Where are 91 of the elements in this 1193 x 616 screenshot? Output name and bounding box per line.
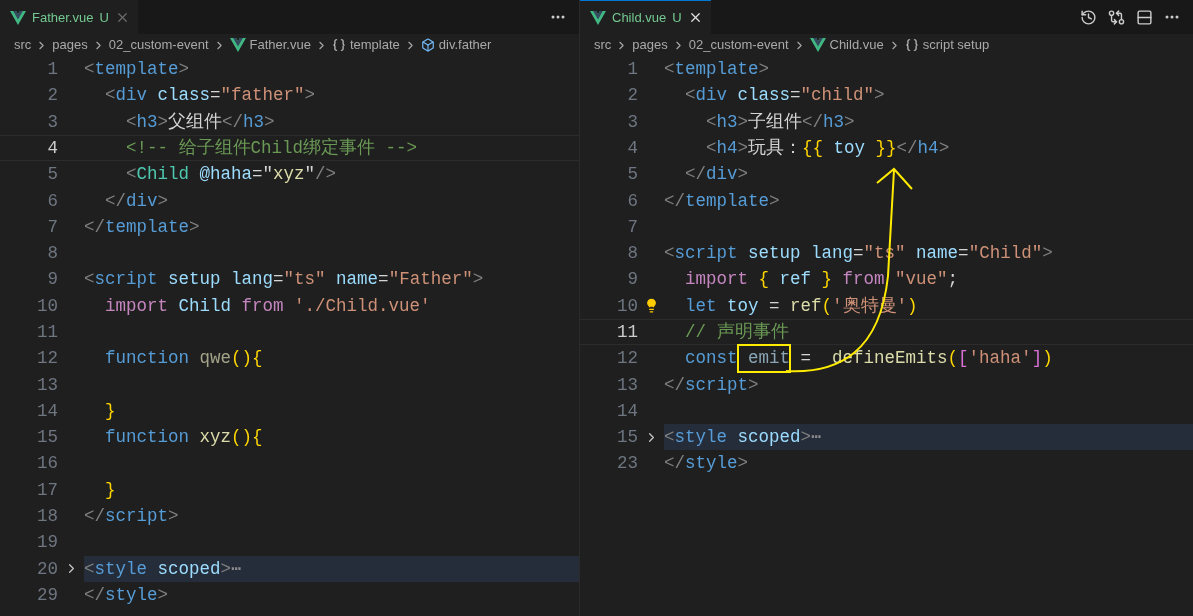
breadcrumb-item[interactable]: src <box>594 35 612 55</box>
code-line: </script> <box>664 373 759 397</box>
more-icon <box>551 15 565 19</box>
compare-arrows-icon <box>1107 8 1125 26</box>
line-number: 8 <box>626 242 638 266</box>
line-number: 1 <box>626 58 638 81</box>
code-line: <h4>玩具：{{ toy }}</h4> <box>705 136 950 160</box>
tab-label: Child.vue <box>612 8 667 27</box>
line-number: 11 <box>616 321 638 344</box>
code-line: </div> <box>104 189 169 213</box>
breadcrumb-item[interactable]: src <box>14 35 32 55</box>
line-number: 7 <box>46 215 58 239</box>
code-line: <Child @haha="xyz"/> <box>125 163 337 187</box>
code-line: <template> <box>84 58 190 81</box>
line-number: 3 <box>46 110 58 134</box>
code-line: function xyz(){ <box>104 426 263 450</box>
tab-label: Father.vue <box>32 8 94 27</box>
tab-status: U <box>672 8 682 27</box>
code-line: </template> <box>664 189 780 213</box>
line-number: 4 <box>46 136 58 160</box>
vue-logo-icon <box>10 10 26 25</box>
line-number: 15 <box>616 426 638 450</box>
line-number: 13 <box>36 373 58 397</box>
line-number: 18 <box>36 505 58 529</box>
breadcrumb-item[interactable]: 02_custom-event <box>108 35 209 55</box>
line-number: 9 <box>626 268 638 292</box>
line-number: 6 <box>626 189 638 213</box>
breadcrumb-item[interactable]: template <box>349 35 400 55</box>
code-line: <!-- 给子组件Child绑定事件 --> <box>125 136 418 160</box>
code-line: } <box>104 478 116 502</box>
code-line: <template> <box>664 58 770 81</box>
line-number: 19 <box>36 531 58 555</box>
breadcrumb-item[interactable]: pages <box>52 35 88 55</box>
braces-icon <box>331 38 346 52</box>
code-line: <h3>子组件</h3> <box>705 110 855 134</box>
code-line: </style> <box>84 583 169 607</box>
line-number: 29 <box>36 583 58 607</box>
more-icon <box>1165 15 1179 19</box>
line-number: 13 <box>616 373 638 397</box>
line-number: 5 <box>626 163 638 187</box>
code-line: <script setup lang="ts" name="Father"> <box>84 268 484 292</box>
line-number: 8 <box>46 242 58 266</box>
line-number: 15 <box>36 426 58 450</box>
line-number: 20 <box>36 557 58 581</box>
code-line: } <box>104 399 116 423</box>
breadcrumb-item[interactable]: Father.vue <box>249 35 311 55</box>
vue-logo-icon <box>229 38 246 52</box>
breadcrumb-item[interactable]: Child.vue <box>829 35 884 55</box>
line-number: 17 <box>36 478 58 502</box>
code-line: </template> <box>84 215 200 239</box>
code-line: import { ref } from "vue"; <box>684 268 959 292</box>
line-number: 9 <box>46 268 58 292</box>
line-number: 16 <box>36 452 58 476</box>
split-rows-icon <box>1135 8 1153 26</box>
line-number: 2 <box>626 84 638 108</box>
tab-status: U <box>99 8 109 27</box>
line-number: 14 <box>616 399 638 423</box>
code-line: // 声明事件 <box>684 321 789 344</box>
line-number: 14 <box>36 399 58 423</box>
breadcrumb-item[interactable]: pages <box>632 35 668 55</box>
cube-icon <box>420 38 435 52</box>
code-line: <div class="child"> <box>684 84 885 108</box>
breadcrumb-item[interactable]: script setup <box>922 35 990 55</box>
line-number: 10 <box>36 294 58 318</box>
code-line: import Child from './Child.vue' <box>104 294 431 318</box>
line-number: 6 <box>46 189 58 213</box>
line-number: 2 <box>46 84 58 108</box>
line-number: 5 <box>46 163 58 187</box>
vue-logo-icon <box>809 38 826 52</box>
line-number: 12 <box>616 347 638 371</box>
line-number: 10 <box>616 294 638 318</box>
line-number: 23 <box>616 452 638 476</box>
breadcrumb-item[interactable]: div.father <box>438 35 492 55</box>
line-number: 4 <box>626 136 638 160</box>
code-line: function qwe(){ <box>104 347 263 371</box>
braces-icon <box>904 38 919 52</box>
breadcrumb-item[interactable]: 02_custom-event <box>688 35 789 55</box>
code-line: </script> <box>84 505 179 529</box>
line-number: 12 <box>36 347 58 371</box>
code-line: <div class="father"> <box>104 84 316 108</box>
line-number: 3 <box>626 110 638 134</box>
code-line: </div> <box>684 163 749 187</box>
line-number: 7 <box>626 215 638 239</box>
vue-logo-icon <box>590 10 606 25</box>
history-icon <box>1079 8 1097 26</box>
line-number: 11 <box>36 321 58 344</box>
editor-tab[interactable]: Father.vue U <box>0 0 138 34</box>
editor-tab[interactable]: Child.vue U <box>580 0 711 34</box>
code-line: <h3>父组件</h3> <box>125 110 275 134</box>
code-line: </style> <box>664 452 749 476</box>
line-number: 1 <box>46 58 58 81</box>
